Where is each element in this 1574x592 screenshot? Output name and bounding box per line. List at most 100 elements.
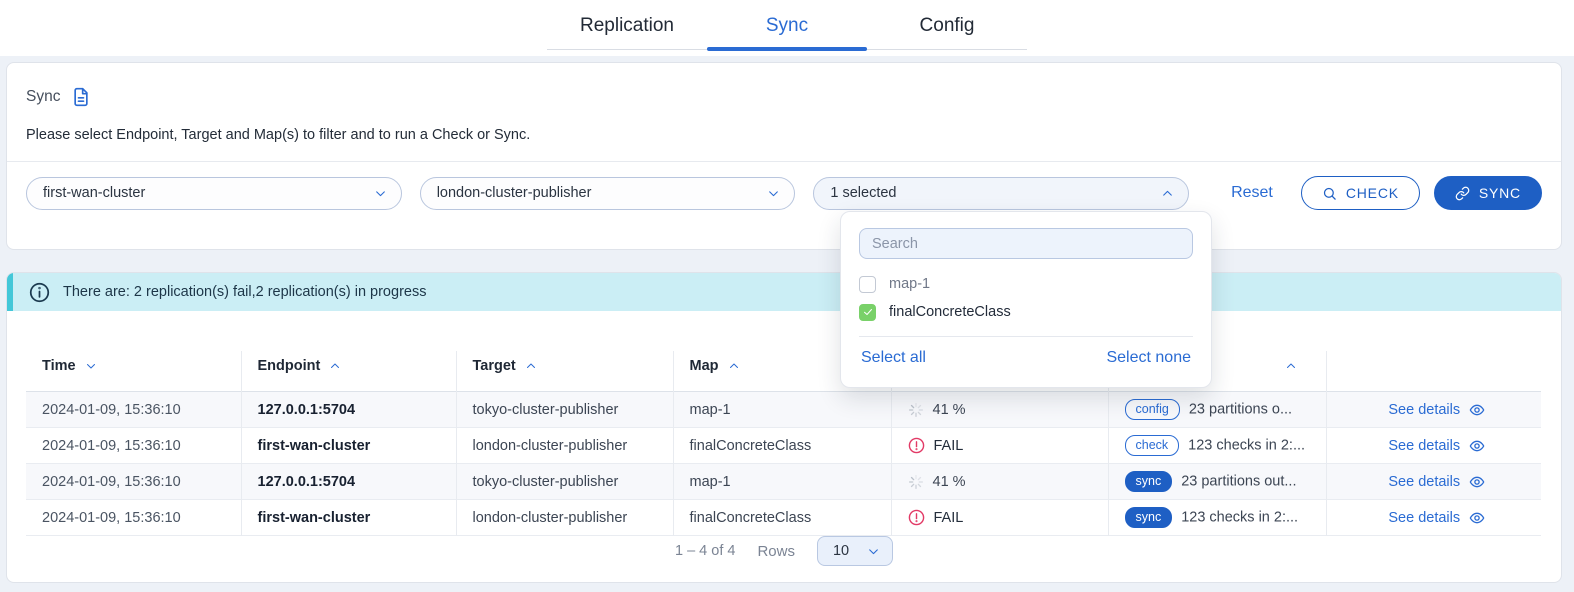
eye-icon	[1469, 474, 1485, 490]
map-cell: finalConcreteClass	[673, 428, 891, 464]
map-option-label: map-1	[889, 276, 930, 292]
error-icon	[908, 437, 925, 454]
message-badge: sync	[1125, 507, 1173, 529]
sync-button[interactable]: SYNC	[1434, 176, 1542, 210]
status-text: FAIL	[934, 510, 964, 526]
status-content: FAIL	[908, 509, 1098, 526]
results-card: There are: 2 replication(s) fail,2 repli…	[6, 272, 1562, 583]
status-content: 41 %	[908, 474, 1098, 490]
map-option[interactable]: map-1	[859, 270, 1193, 298]
column-header-endpoint[interactable]: Endpoint	[241, 351, 456, 392]
endpoint-cell: first-wan-cluster	[241, 500, 456, 536]
target-cell: london-cluster-publisher	[456, 428, 673, 464]
filter-instructions: Please select Endpoint, Target and Map(s…	[26, 127, 530, 143]
tab-strip: ReplicationSyncConfig	[0, 0, 1574, 56]
reset-link[interactable]: Reset	[1231, 184, 1273, 202]
column-header-time[interactable]: Time	[26, 351, 241, 392]
see-details-link[interactable]: See details	[1388, 474, 1485, 490]
column-header-target[interactable]: Target	[456, 351, 673, 392]
see-details-link[interactable]: See details	[1388, 438, 1485, 454]
info-icon	[29, 282, 50, 303]
sort-asc-icon	[329, 360, 341, 372]
map-cell: map-1	[673, 464, 891, 500]
chevron-down-icon	[767, 187, 780, 200]
column-label: Time	[42, 358, 76, 374]
select-all-link[interactable]: Select all	[861, 349, 926, 367]
time-cell: 2024-01-09, 15:36:10	[26, 428, 241, 464]
endpoint-cell: 127.0.0.1:5704	[241, 464, 456, 500]
target-select[interactable]: london-cluster-publisher	[420, 177, 796, 210]
map-option-label: finalConcreteClass	[889, 304, 1011, 320]
endpoint-cell: first-wan-cluster	[241, 428, 456, 464]
map-option[interactable]: finalConcreteClass	[859, 298, 1193, 326]
target-cell: tokyo-cluster-publisher	[456, 392, 673, 428]
message-cell: config23 partitions o...	[1108, 392, 1326, 428]
message-text: 23 partitions o...	[1189, 401, 1292, 417]
map-options-list: map-1 finalConcreteClass	[859, 270, 1193, 326]
status-text: 41 %	[933, 474, 966, 490]
card-title-row: Sync	[26, 87, 91, 107]
chevron-down-icon	[867, 545, 880, 558]
details-cell: See details	[1326, 500, 1541, 536]
tab-sync[interactable]: Sync	[707, 6, 867, 49]
checkbox-unchecked[interactable]	[859, 276, 876, 293]
map-cell: finalConcreteClass	[673, 500, 891, 536]
spinner-icon	[908, 474, 924, 490]
target-cell: london-cluster-publisher	[456, 500, 673, 536]
search-icon	[1322, 186, 1337, 201]
details-cell: See details	[1326, 392, 1541, 428]
see-details-link[interactable]: See details	[1388, 402, 1485, 418]
sync-button-label: SYNC	[1479, 185, 1521, 201]
checkbox-checked[interactable]	[859, 304, 876, 321]
see-details-label: See details	[1388, 402, 1460, 418]
message-badge: check	[1125, 435, 1180, 457]
banner-text: There are: 2 replication(s) fail,2 repli…	[63, 284, 426, 300]
see-details-label: See details	[1388, 510, 1460, 526]
divider	[7, 161, 1561, 162]
map-cell: map-1	[673, 392, 891, 428]
map-search-input[interactable]	[859, 228, 1193, 259]
status-cell: 41 %	[891, 464, 1108, 500]
endpoint-select[interactable]: first-wan-cluster	[26, 177, 402, 210]
details-cell: See details	[1326, 428, 1541, 464]
see-details-label: See details	[1388, 438, 1460, 454]
message-cell: sync 23 partitions out...	[1108, 464, 1326, 500]
tab-bar: ReplicationSyncConfig	[547, 6, 1027, 50]
tab-config[interactable]: Config	[867, 6, 1027, 49]
rows-per-page-label: Rows	[757, 543, 795, 560]
active-tab-indicator	[707, 47, 867, 51]
see-details-label: See details	[1388, 474, 1460, 490]
link-icon	[1455, 186, 1470, 201]
eye-icon	[1469, 438, 1485, 454]
check-button-label: CHECK	[1346, 185, 1399, 201]
eye-icon	[1469, 402, 1485, 418]
message-text: 123 checks in 2:...	[1181, 509, 1298, 525]
map-select[interactable]: 1 selected	[813, 177, 1189, 210]
spinner-icon	[908, 402, 924, 418]
table-row: 2024-01-09, 15:36:10127.0.0.1:5704tokyo-…	[26, 392, 1541, 428]
status-text: 41 %	[933, 402, 966, 418]
status-content: FAIL	[908, 437, 1098, 454]
message-cell: check 123 checks in 2:...	[1108, 428, 1326, 464]
sort-asc-icon	[728, 360, 740, 372]
see-details-link[interactable]: See details	[1388, 510, 1485, 526]
message-text: 123 checks in 2:...	[1188, 437, 1305, 453]
status-text: FAIL	[934, 438, 964, 454]
table-row: 2024-01-09, 15:36:10first-wan-clusterlon…	[26, 500, 1541, 536]
rows-per-page-select[interactable]: 10	[817, 536, 893, 566]
document-icon[interactable]	[71, 87, 91, 107]
table-row: 2024-01-09, 15:36:10first-wan-clusterlon…	[26, 428, 1541, 464]
select-none-link[interactable]: Select none	[1106, 349, 1191, 367]
status-cell: FAIL	[891, 428, 1108, 464]
tab-replication[interactable]: Replication	[547, 6, 707, 49]
check-button[interactable]: CHECK	[1301, 176, 1420, 210]
panel-footer: Select all Select none	[859, 336, 1193, 373]
message-badge: sync	[1125, 471, 1173, 493]
page-title: Sync	[26, 88, 60, 106]
column-header[interactable]	[1326, 351, 1541, 392]
details-cell: See details	[1326, 464, 1541, 500]
message-text: 23 partitions out...	[1181, 473, 1296, 489]
status-cell: 41 %	[891, 392, 1108, 428]
table-header-row: TimeEndpointTargetMap	[26, 351, 1541, 392]
sync-page: ReplicationSyncConfig Sync Please select…	[0, 0, 1574, 592]
